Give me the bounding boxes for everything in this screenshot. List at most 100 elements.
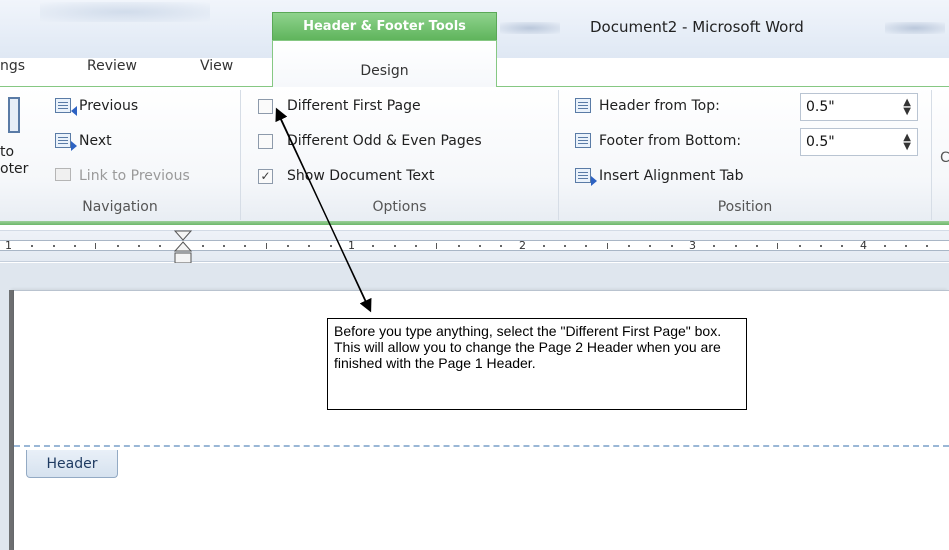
different-first-page-label: Different First Page [287, 98, 421, 114]
ruler-mark [820, 245, 822, 247]
indent-marker-icon[interactable] [174, 230, 192, 266]
header-position-icon [575, 98, 593, 114]
ruler-mark [564, 245, 566, 247]
ruler-number: 1 [348, 239, 355, 252]
spin-arrows-icon[interactable]: ▲ ▼ [903, 133, 911, 152]
ruler-mark [415, 245, 417, 247]
header-from-top-label: Header from Top: [599, 98, 720, 114]
title-bar-blur [500, 22, 560, 34]
previous-section-icon [55, 98, 77, 116]
ruler-mark [159, 245, 161, 247]
ruler-mark [308, 245, 310, 247]
ruler-mark [266, 243, 267, 249]
ruler-mark [649, 245, 651, 247]
footer-from-bottom-input[interactable]: 0.5" ▲ ▼ [800, 128, 918, 156]
footer-from-bottom-value: 0.5" [806, 134, 835, 150]
ruler-number: 3 [689, 239, 696, 252]
different-first-page-checkbox[interactable] [258, 98, 273, 114]
ruler-mark [756, 245, 758, 247]
ruler-mark [671, 245, 673, 247]
different-odd-even-option[interactable]: Different Odd & Even Pages [258, 133, 482, 149]
ruler-number: 4 [860, 239, 867, 252]
ruler-mark [799, 245, 801, 247]
ruler-mark [543, 245, 545, 247]
title-bar-blur [40, 2, 210, 22]
ribbon-bottom-border [0, 221, 949, 225]
insert-alignment-tab-label: Insert Alignment Tab [599, 168, 744, 184]
ruler-mark [244, 245, 246, 247]
ruler-mark [841, 245, 843, 247]
ruler-mark [95, 243, 96, 249]
header-from-top-input[interactable]: 0.5" ▲ ▼ [800, 93, 918, 121]
header-from-top-item: Header from Top: [575, 98, 720, 114]
navigation-group-label: Navigation [82, 199, 158, 215]
options-group-label: Options [372, 199, 427, 215]
ruler-mark [202, 245, 204, 247]
ruler-mark [585, 245, 587, 247]
goto-footer-icon[interactable] [8, 97, 20, 133]
spin-arrows-icon[interactable]: ▲ ▼ [903, 98, 911, 117]
ruler-mark [607, 243, 608, 249]
insert-alignment-tab-button[interactable]: Insert Alignment Tab [575, 168, 744, 186]
header-footer-tools-context-tab: Header & Footer Tools [272, 12, 497, 40]
show-document-text-label: Show Document Text [287, 168, 435, 184]
tab-design[interactable]: Design [272, 40, 497, 87]
ruler-mark [628, 245, 630, 247]
next-button[interactable]: Next [55, 133, 112, 151]
header-boundary-line [14, 445, 949, 447]
ruler-mark [117, 245, 119, 247]
ruler-mark [479, 245, 481, 247]
tab-review[interactable]: Review [87, 58, 137, 74]
ruler-mark [713, 245, 715, 247]
header-from-top-value: 0.5" [806, 99, 835, 115]
ruler-number: 1 [5, 239, 12, 252]
tab-settings-partial[interactable]: ngs [0, 58, 25, 74]
ruler-number: 2 [519, 239, 526, 252]
ruler-mark [138, 245, 140, 247]
tab-view[interactable]: View [200, 58, 233, 74]
ruler-mark [287, 245, 289, 247]
ruler-mark [884, 245, 886, 247]
goto-footer-button[interactable]: to oter [0, 144, 28, 178]
footer-from-bottom-item: Footer from Bottom: [575, 133, 741, 149]
group-separator [931, 90, 932, 220]
ruler-mark [394, 245, 396, 247]
different-odd-even-checkbox[interactable] [258, 133, 273, 149]
previous-button[interactable]: Previous [55, 98, 139, 116]
alignment-tab-icon [575, 168, 597, 186]
goto-footer-line1: to [0, 144, 15, 160]
header-tag: Header [26, 450, 118, 478]
goto-footer-line2: oter [0, 161, 29, 177]
ruler-mark [500, 245, 502, 247]
next-section-icon [55, 133, 77, 151]
ruler-mark [926, 245, 928, 247]
link-to-previous-label: Link to Previous [79, 168, 190, 184]
ruler-mark [330, 245, 332, 247]
ruler-mark [777, 243, 778, 249]
different-odd-even-label: Different Odd & Even Pages [287, 133, 482, 149]
instruction-callout: Before you type anything, select the "Di… [327, 318, 747, 410]
next-label: Next [79, 133, 112, 149]
ruler-mark [436, 243, 437, 249]
next-group-partial-label: C [940, 150, 949, 166]
ruler-strip [0, 240, 949, 251]
ruler-mark [458, 245, 460, 247]
different-first-page-option[interactable]: Different First Page [258, 98, 421, 114]
ruler-mark [372, 245, 374, 247]
ruler-mark [905, 245, 907, 247]
previous-label: Previous [79, 98, 139, 114]
ruler-mark [53, 245, 55, 247]
footer-from-bottom-label: Footer from Bottom: [599, 133, 742, 149]
link-to-previous-icon [55, 168, 73, 184]
window-title: Document2 - Microsoft Word [590, 18, 804, 36]
ruler-mark [735, 245, 737, 247]
ruler-mark [223, 245, 225, 247]
ruler-mark [31, 245, 33, 247]
ruler-mark [74, 245, 76, 247]
footer-position-icon [575, 133, 593, 149]
position-group-label: Position [717, 199, 773, 215]
page-shadow-edge [9, 290, 14, 550]
link-to-previous-button[interactable]: Link to Previous [55, 168, 190, 184]
show-document-text-option[interactable]: ✓ Show Document Text [258, 168, 435, 184]
show-document-text-checkbox[interactable]: ✓ [258, 168, 273, 184]
